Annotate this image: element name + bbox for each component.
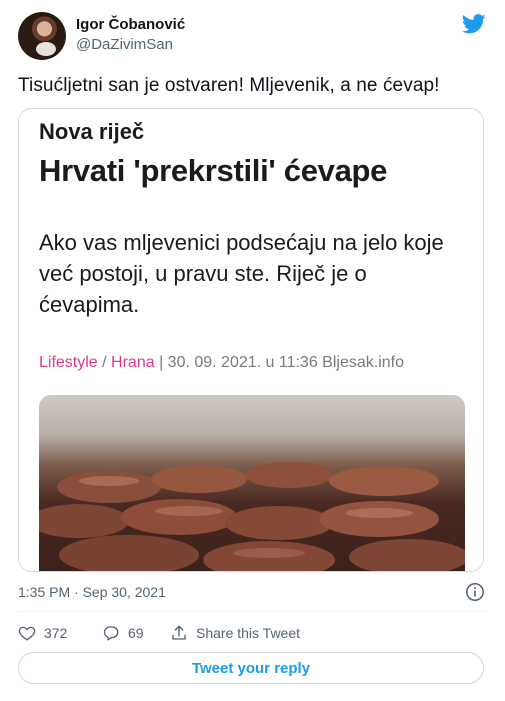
tweet-your-reply-button[interactable]: Tweet your reply bbox=[18, 652, 484, 684]
category-link[interactable]: Lifestyle bbox=[39, 354, 98, 371]
article-kicker: Nova riječ bbox=[39, 119, 145, 144]
author-name[interactable]: Igor Čobanović bbox=[76, 16, 185, 33]
divider bbox=[18, 611, 488, 612]
share-button[interactable]: Share this Tweet bbox=[170, 622, 300, 644]
like-count: 372 bbox=[44, 625, 68, 641]
tweet-text: Tisućljetni san je ostvaren! Mljevenik, … bbox=[18, 75, 440, 96]
article-headline: Hrvati 'prekrstili' ćevape bbox=[39, 153, 388, 188]
heart-icon bbox=[18, 626, 36, 641]
tweet-header: Igor Čobanović @DaZivimSan bbox=[18, 12, 488, 62]
article-image bbox=[39, 395, 465, 571]
meta-separator: / bbox=[97, 354, 112, 371]
reply-button[interactable]: 69 bbox=[102, 622, 144, 644]
link-preview-card[interactable]: Nova riječ Hrvati 'prekrstili' ćevape Ak… bbox=[18, 108, 484, 572]
tweet-actions: 372 69 Share this Tweet bbox=[18, 622, 488, 644]
tweet-timestamp[interactable]: 1:35 PM · Sep 30, 2021 bbox=[18, 584, 166, 600]
reply-bubble-icon bbox=[103, 626, 119, 641]
twitter-bird-icon[interactable] bbox=[462, 14, 486, 34]
reply-count: 69 bbox=[128, 625, 144, 641]
subcategory-link[interactable]: Hrana bbox=[111, 354, 155, 371]
meta-date-source: | 30. 09. 2021. u 11:36 Bljesak.info bbox=[154, 354, 404, 371]
author-handle[interactable]: @DaZivimSan bbox=[76, 36, 173, 53]
info-icon[interactable] bbox=[465, 582, 485, 602]
article-meta: Lifestyle / Hrana | 30. 09. 2021. u 11:3… bbox=[39, 354, 404, 372]
share-icon bbox=[172, 625, 186, 640]
share-label: Share this Tweet bbox=[196, 625, 301, 641]
like-button[interactable]: 372 bbox=[18, 622, 67, 644]
tweet-card: Igor Čobanović @DaZivimSan Tisućljetni s… bbox=[0, 0, 505, 701]
avatar[interactable] bbox=[18, 12, 66, 60]
article-lede: Ako vas mljevenici podsećaju na jelo koj… bbox=[39, 230, 444, 317]
